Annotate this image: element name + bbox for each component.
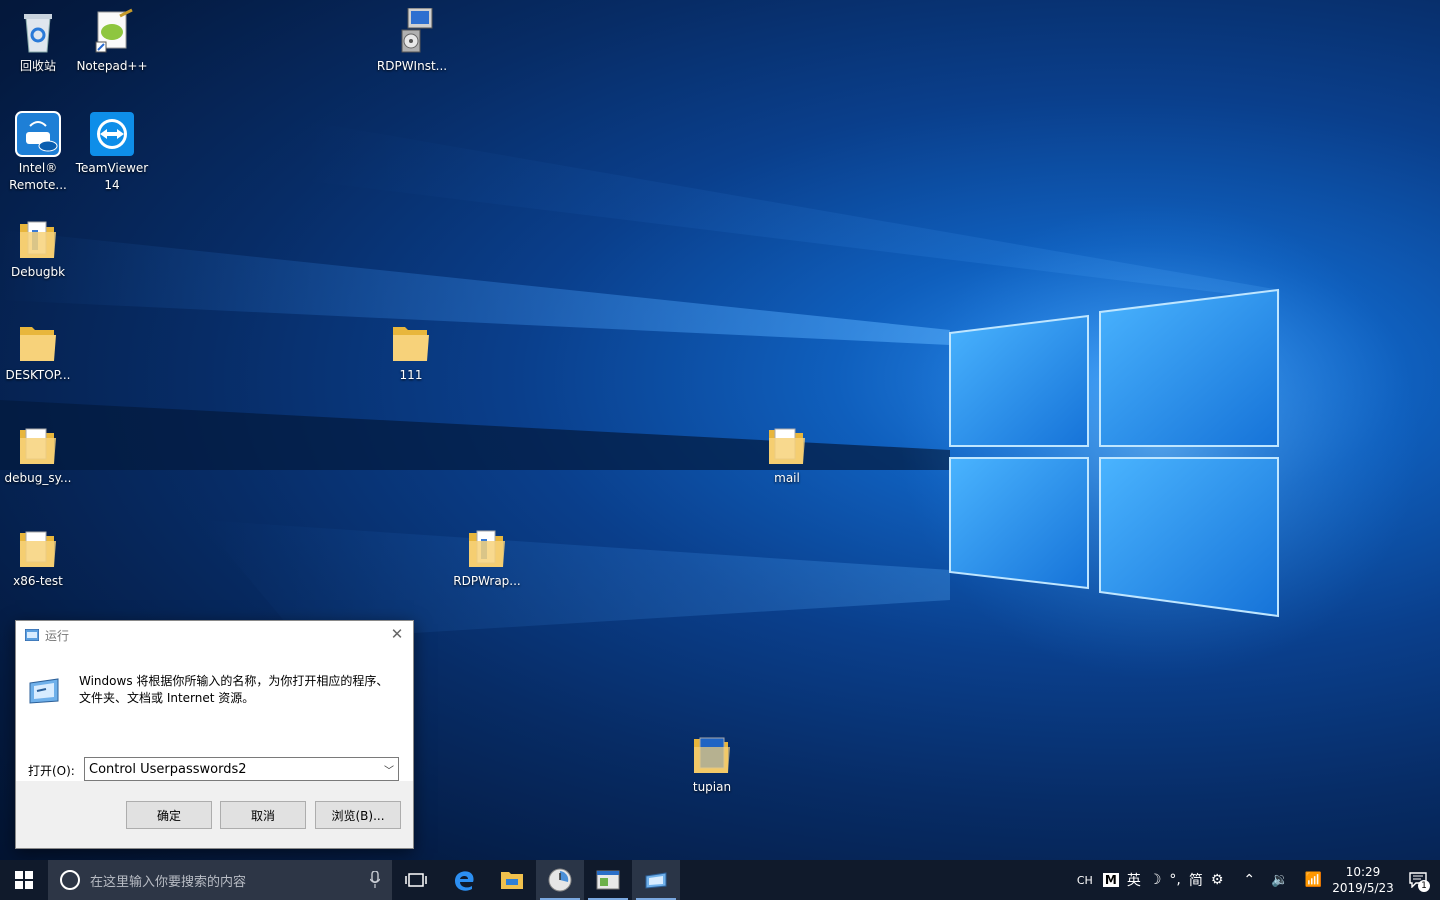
folder-icon (763, 420, 811, 468)
ime-m-icon[interactable]: M (1102, 873, 1119, 887)
cancel-button[interactable]: 取消 (220, 801, 306, 829)
run-dialog-footer: 确定 取消 浏览(B)... (16, 782, 413, 848)
folder-icon (14, 420, 62, 468)
microphone-icon[interactable] (370, 871, 380, 889)
ok-button[interactable]: 确定 (126, 801, 212, 829)
moon-icon[interactable]: ☽ (1149, 872, 1162, 888)
desktop-icon-desktop-folder[interactable]: DESKTOP... (0, 317, 76, 384)
start-button[interactable] (0, 860, 48, 900)
task-view-icon (405, 873, 427, 887)
desktop-icon-teamviewer[interactable]: TeamViewer 14 (74, 110, 150, 194)
run-dialog-titlebar[interactable]: 运行 ✕ (16, 621, 413, 649)
notification-count-badge: 1 (1418, 880, 1430, 892)
search-placeholder: 在这里输入你要搜索的内容 (90, 874, 247, 890)
folder-icon (463, 523, 511, 571)
taskbar: 在这里输入你要搜索的内容 CH M 英 ☽ °, 简 ⚙ ⌃ 🔉 📶 10:29… (0, 860, 1440, 900)
taskbar-run-button[interactable] (632, 860, 680, 900)
edge-browser-icon (455, 871, 474, 891)
teamviewer-icon (88, 110, 136, 158)
clock-time: 10:29 (1345, 865, 1381, 879)
folder-icon (14, 523, 62, 571)
gear-icon[interactable]: ⚙ (1211, 872, 1224, 888)
run-program-icon (29, 678, 59, 704)
desktop-icon-debugbk[interactable]: Debugbk (0, 214, 76, 281)
folder-icon (688, 729, 736, 777)
intel-remote-icon (14, 110, 62, 158)
system-tray: CH M 英 ☽ °, 简 ⚙ ⌃ 🔉 📶 10:29 2019/5/23 1 (1071, 860, 1440, 900)
desktop-icon-111[interactable]: 111 (373, 317, 449, 384)
desktop-icon-rdpwinst[interactable]: RDPWInst... (374, 7, 450, 75)
run-dialog: 运行 ✕ Windows 将根据你所输入的名称，为你打开相应的程序、文件夹、文档… (15, 620, 414, 849)
desktop-icon-x86-test[interactable]: x86-test (0, 523, 76, 590)
desktop-icon-rdpwrap[interactable]: RDPWrap... (449, 523, 525, 590)
taskbar-clock-app-button[interactable] (536, 860, 584, 900)
folder-icon (14, 214, 62, 262)
clock-date: 2019/5/23 (1332, 881, 1394, 895)
desktop-icon-mail[interactable]: mail (749, 420, 825, 487)
action-center-button[interactable]: 1 (1396, 860, 1440, 900)
cortana-icon (60, 870, 80, 890)
windows-logo-icon (15, 871, 33, 889)
chevron-down-icon[interactable]: ﹀ (380, 762, 398, 777)
ime-simplified[interactable]: 简 (1189, 870, 1203, 890)
taskbar-window-button[interactable] (584, 860, 632, 900)
open-input[interactable]: Control Userpasswords2 (85, 762, 380, 777)
run-icon (645, 872, 667, 889)
ime-english-mode[interactable]: 英 (1127, 870, 1141, 890)
task-view-button[interactable] (392, 860, 440, 900)
browse-button[interactable]: 浏览(B)... (315, 801, 401, 829)
desktop-icon-intel-remote[interactable]: Intel® Remote... (0, 110, 76, 194)
clock-app-icon (548, 868, 572, 892)
desktop-icon-tupian[interactable]: tupian (674, 729, 750, 796)
folder-icon (14, 317, 62, 365)
open-combobox[interactable]: Control Userpasswords2 ﹀ (84, 757, 399, 781)
file-explorer-icon (501, 872, 523, 889)
taskbar-file-explorer-button[interactable] (488, 860, 536, 900)
window-app-icon (596, 870, 620, 890)
run-dialog-body: Windows 将根据你所输入的名称，为你打开相应的程序、文件夹、文档或 Int… (16, 649, 413, 781)
folder-icon (387, 317, 435, 365)
input-lang[interactable]: CH (1071, 874, 1099, 887)
punctuation-icon[interactable]: °, (1169, 872, 1180, 888)
close-icon[interactable]: ✕ (389, 626, 405, 642)
chevron-up-icon[interactable]: ⌃ (1243, 872, 1255, 888)
notepadpp-icon (88, 8, 136, 56)
run-dialog-title: 运行 (45, 628, 70, 643)
installer-icon (388, 7, 436, 56)
desktop-icon-debug-sy[interactable]: debug_sy... (0, 420, 76, 487)
open-label: 打开(O): (28, 764, 75, 778)
recycle-bin-icon (14, 8, 62, 56)
clock[interactable]: 10:29 2019/5/23 (1330, 864, 1396, 896)
taskbar-edge-button[interactable] (440, 860, 488, 900)
taskbar-search-box[interactable]: 在这里输入你要搜索的内容 (48, 860, 392, 900)
desktop-icon-notepadpp[interactable]: Notepad++ (74, 8, 150, 75)
desktop-icon-recycle-bin[interactable]: 回收站 (0, 8, 76, 75)
run-icon (25, 629, 39, 641)
network-icon[interactable]: 📶 (1305, 872, 1322, 888)
run-dialog-description: Windows 将根据你所输入的名称，为你打开相应的程序、文件夹、文档或 Int… (79, 674, 389, 705)
volume-icon[interactable]: 🔉 (1271, 872, 1288, 888)
